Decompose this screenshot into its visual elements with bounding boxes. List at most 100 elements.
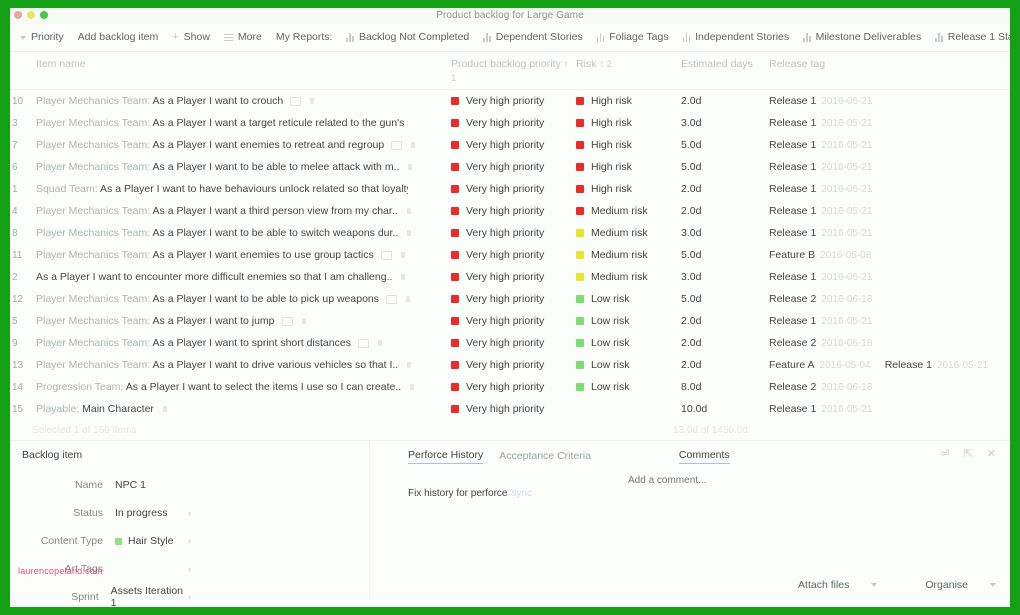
row-item-name[interactable]: Playable: Main Character [34, 403, 449, 415]
row-release-tag[interactable]: Release 2 2016-06-18 [767, 337, 1010, 349]
table-row[interactable]: 2 As a Player I want to encounter more di… [10, 266, 1010, 288]
row-estimated-days[interactable]: 10.0d [679, 403, 767, 415]
row-item-name[interactable]: Player Mechanics Team: As a Player I wan… [34, 95, 449, 107]
detail-field-value[interactable]: In progress [115, 507, 168, 519]
row-release-tag[interactable]: Release 1 2016-05-21 [767, 271, 1010, 283]
row-estimated-days[interactable]: 2.0d [679, 183, 767, 195]
row-release-tag[interactable]: Release 1 2016-05-21 [767, 95, 1010, 107]
row-risk[interactable]: Low risk [574, 315, 679, 327]
table-row[interactable]: 1 Squad Team: As a Player I want to have … [10, 178, 1010, 200]
attachment-box-icon[interactable] [386, 294, 397, 304]
row-risk[interactable]: Medium risk [574, 227, 679, 239]
row-item-name[interactable]: Player Mechanics Team: As a Player I wan… [34, 293, 449, 305]
detail-field-content-type[interactable]: Content Type Hair Style › [10, 527, 369, 555]
row-release-tag[interactable]: Release 1 2016-05-21 [767, 227, 1010, 239]
toolbar-item-dependent-stories[interactable]: Dependent Stories [483, 32, 592, 43]
toolbar-item-more[interactable]: More [223, 32, 272, 43]
attachment-box-icon[interactable] [391, 140, 403, 150]
row-estimated-days[interactable]: 5.0d [679, 139, 767, 151]
row-estimated-days[interactable]: 2.0d [679, 315, 767, 327]
row-priority[interactable]: Very high priority [449, 161, 574, 173]
detail-field-status[interactable]: Status In progress › [10, 499, 369, 527]
row-release-tag[interactable]: Release 2 2016-06-18 [767, 293, 1010, 305]
row-item-name[interactable]: Player Mechanics Team: As a Player I wan… [34, 359, 449, 371]
row-risk[interactable]: Medium risk [574, 249, 679, 261]
row-estimated-days[interactable]: 8.0d [679, 381, 767, 393]
row-estimated-days[interactable]: 3.0d [679, 227, 767, 239]
detail-field-value[interactable]: Assets Iteration 1 [111, 585, 188, 607]
detail-field-value[interactable]: Hair Style [115, 535, 174, 547]
row-item-name[interactable]: Player Mechanics Team: As a Player I wan… [34, 227, 449, 239]
popout-icon[interactable]: ⇱ [964, 447, 973, 460]
attachment-box-icon[interactable] [281, 316, 293, 326]
organise-button[interactable]: Organise [925, 579, 996, 591]
row-priority[interactable]: Very high priority [449, 293, 574, 305]
row-estimated-days[interactable]: 2.0d [679, 95, 767, 107]
row-estimated-days[interactable]: 2.0d [679, 337, 767, 349]
row-priority[interactable]: Very high priority [449, 359, 574, 371]
add-comment-field[interactable]: Add a comment... [628, 475, 706, 486]
row-item-name[interactable]: Player Mechanics Team: As a Player I wan… [34, 337, 449, 349]
row-item-name[interactable]: Player Mechanics Team: As a Player I wan… [34, 249, 449, 261]
row-item-name[interactable]: Squad Team: As a Player I want to have b… [34, 183, 449, 195]
chevron-right-icon[interactable]: › [188, 592, 191, 602]
row-priority[interactable]: Very high priority [449, 337, 574, 349]
chevron-right-icon[interactable]: › [188, 536, 191, 546]
minimize-window-button[interactable] [27, 11, 35, 19]
row-release-tag[interactable]: Release 1 2016-05-21 [767, 117, 1010, 129]
row-risk[interactable]: Medium risk [574, 271, 679, 283]
row-risk[interactable]: High risk [574, 95, 679, 107]
row-release-tag[interactable]: Release 1 2016-05-21 [767, 403, 1010, 415]
tab-comments[interactable]: Comments [678, 449, 730, 464]
detail-field-name[interactable]: Name NPC 1 [10, 471, 369, 499]
detail-field-value[interactable]: NPC 1 [115, 479, 146, 491]
toolbar-item-foliage-tags[interactable]: Foliage Tags [596, 32, 679, 43]
column-header-risk[interactable]: Risk ↑ 2 [574, 58, 679, 72]
row-estimated-days[interactable]: 5.0d [679, 293, 767, 305]
row-risk[interactable]: High risk [574, 117, 679, 129]
table-row[interactable]: 15 Playable: Main Character Very high prio… [10, 398, 1010, 420]
row-priority[interactable]: Very high priority [449, 381, 574, 393]
row-release-tag[interactable]: Release 1 2016-05-21 [767, 139, 1010, 151]
table-row[interactable]: 12 Player Mechanics Team: As a Player I w… [10, 288, 1010, 310]
row-release-tag[interactable]: Release 1 2016-05-21 [767, 161, 1010, 173]
table-row[interactable]: 4 Player Mechanics Team: As a Player I wa… [10, 200, 1010, 222]
tab-acceptance-criteria[interactable]: Acceptance Criteria [499, 450, 591, 464]
table-row[interactable]: 5 Player Mechanics Team: As a Player I wa… [10, 310, 1010, 332]
history-note-link[interactable]: sync [511, 488, 532, 499]
row-risk[interactable]: High risk [574, 183, 679, 195]
toolbar-item-release-1-status[interactable]: Release 1 Status [935, 32, 1010, 43]
row-risk[interactable]: Medium risk [574, 205, 679, 217]
chevron-right-icon[interactable]: › [188, 508, 191, 518]
column-header-priority[interactable]: Product backlog priority ↑ 1 [449, 58, 574, 85]
row-priority[interactable]: Very high priority [449, 205, 574, 217]
table-row[interactable]: 13 Player Mechanics Team: As a Player I w… [10, 354, 1010, 376]
row-release-tag[interactable]: Release 1 2016-05-21 [767, 183, 1010, 195]
row-estimated-days[interactable]: 2.0d [679, 359, 767, 371]
row-item-name[interactable]: Player Mechanics Team: As a Player I wan… [34, 117, 449, 129]
row-priority[interactable]: Very high priority [449, 249, 574, 261]
row-estimated-days[interactable]: 5.0d [679, 249, 767, 261]
toolbar-item-add-backlog-item[interactable]: Add backlog item [78, 32, 169, 43]
toolbar-item-show[interactable]: + Show [172, 32, 220, 43]
toolbar-item-my-reports[interactable]: My Reports: [276, 32, 343, 43]
row-item-name[interactable]: Player Mechanics Team: As a Player I wan… [34, 139, 449, 151]
row-risk[interactable]: High risk [574, 161, 679, 173]
row-priority[interactable]: Very high priority [449, 227, 574, 239]
row-priority[interactable]: Very high priority [449, 95, 574, 107]
close-icon[interactable]: ✕ [987, 447, 996, 460]
table-row[interactable]: 8 Player Mechanics Team: As a Player I wa… [10, 222, 1010, 244]
toolbar-item-backlog-not-completed[interactable]: Backlog Not Completed [346, 32, 479, 43]
column-header-estimated-days[interactable]: Estimated days [679, 58, 767, 71]
toolbar-item-priority[interactable]: Priority [20, 32, 74, 43]
detail-field-sprint[interactable]: Sprint Assets Iteration 1 › [10, 583, 369, 607]
row-item-name[interactable]: Player Mechanics Team: As a Player I wan… [34, 205, 449, 217]
row-item-name[interactable]: Progression Team: As a Player I want to … [34, 381, 449, 393]
close-window-button[interactable] [14, 11, 22, 19]
row-release-tag[interactable]: Release 1 2016-05-21 [767, 315, 1010, 327]
row-item-name[interactable]: As a Player I want to encounter more dif… [34, 271, 449, 283]
row-item-name[interactable]: Player Mechanics Team: As a Player I wan… [34, 315, 449, 327]
row-release-tag[interactable]: Feature B 2016-05-08 [767, 249, 1010, 261]
tab-perforce-history[interactable]: Perforce History [408, 449, 484, 464]
attachment-box-icon[interactable] [290, 96, 302, 106]
